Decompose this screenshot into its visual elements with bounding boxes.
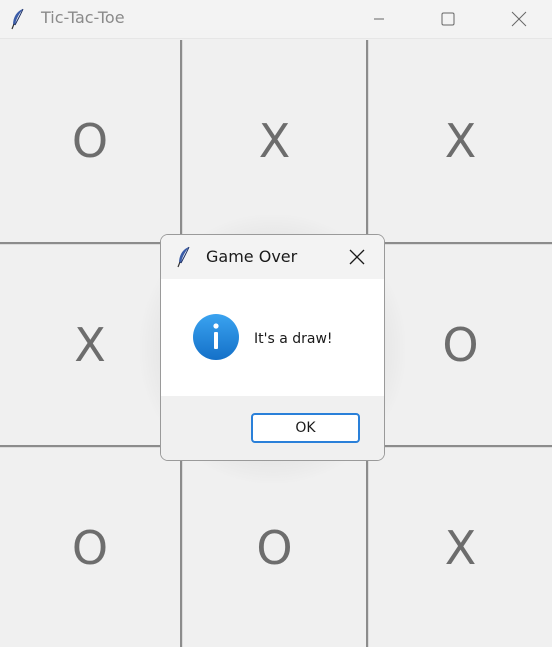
game-over-dialog: Game Over It's a draw! OK xyxy=(160,234,385,461)
main-window: Tic-Tac-Toe O X X X O O O X Game Over It… xyxy=(0,0,552,647)
minimize-icon xyxy=(374,18,384,20)
feather-icon xyxy=(177,246,190,268)
dialog-body: It's a draw! xyxy=(161,279,384,396)
dialog-footer: OK xyxy=(161,396,384,460)
dialog-title-bar: Game Over xyxy=(161,235,384,279)
feather-icon xyxy=(11,8,24,30)
dialog-title: Game Over xyxy=(206,247,298,266)
minimize-button[interactable] xyxy=(356,0,402,38)
cell-0-2[interactable]: X xyxy=(369,40,552,242)
maximize-button[interactable] xyxy=(425,0,471,38)
close-icon xyxy=(511,11,527,27)
cell-0-1[interactable]: X xyxy=(183,40,366,242)
dialog-message: It's a draw! xyxy=(254,331,333,347)
cell-2-2[interactable]: X xyxy=(369,448,552,647)
ok-button[interactable]: OK xyxy=(251,413,360,443)
title-bar: Tic-Tac-Toe xyxy=(0,0,552,39)
cell-0-0[interactable]: O xyxy=(0,40,180,242)
maximize-icon xyxy=(441,12,455,26)
close-icon xyxy=(349,249,365,265)
close-button[interactable] xyxy=(496,0,542,38)
info-icon xyxy=(193,314,239,360)
dialog-close-button[interactable] xyxy=(345,245,369,269)
window-title: Tic-Tac-Toe xyxy=(41,8,125,27)
